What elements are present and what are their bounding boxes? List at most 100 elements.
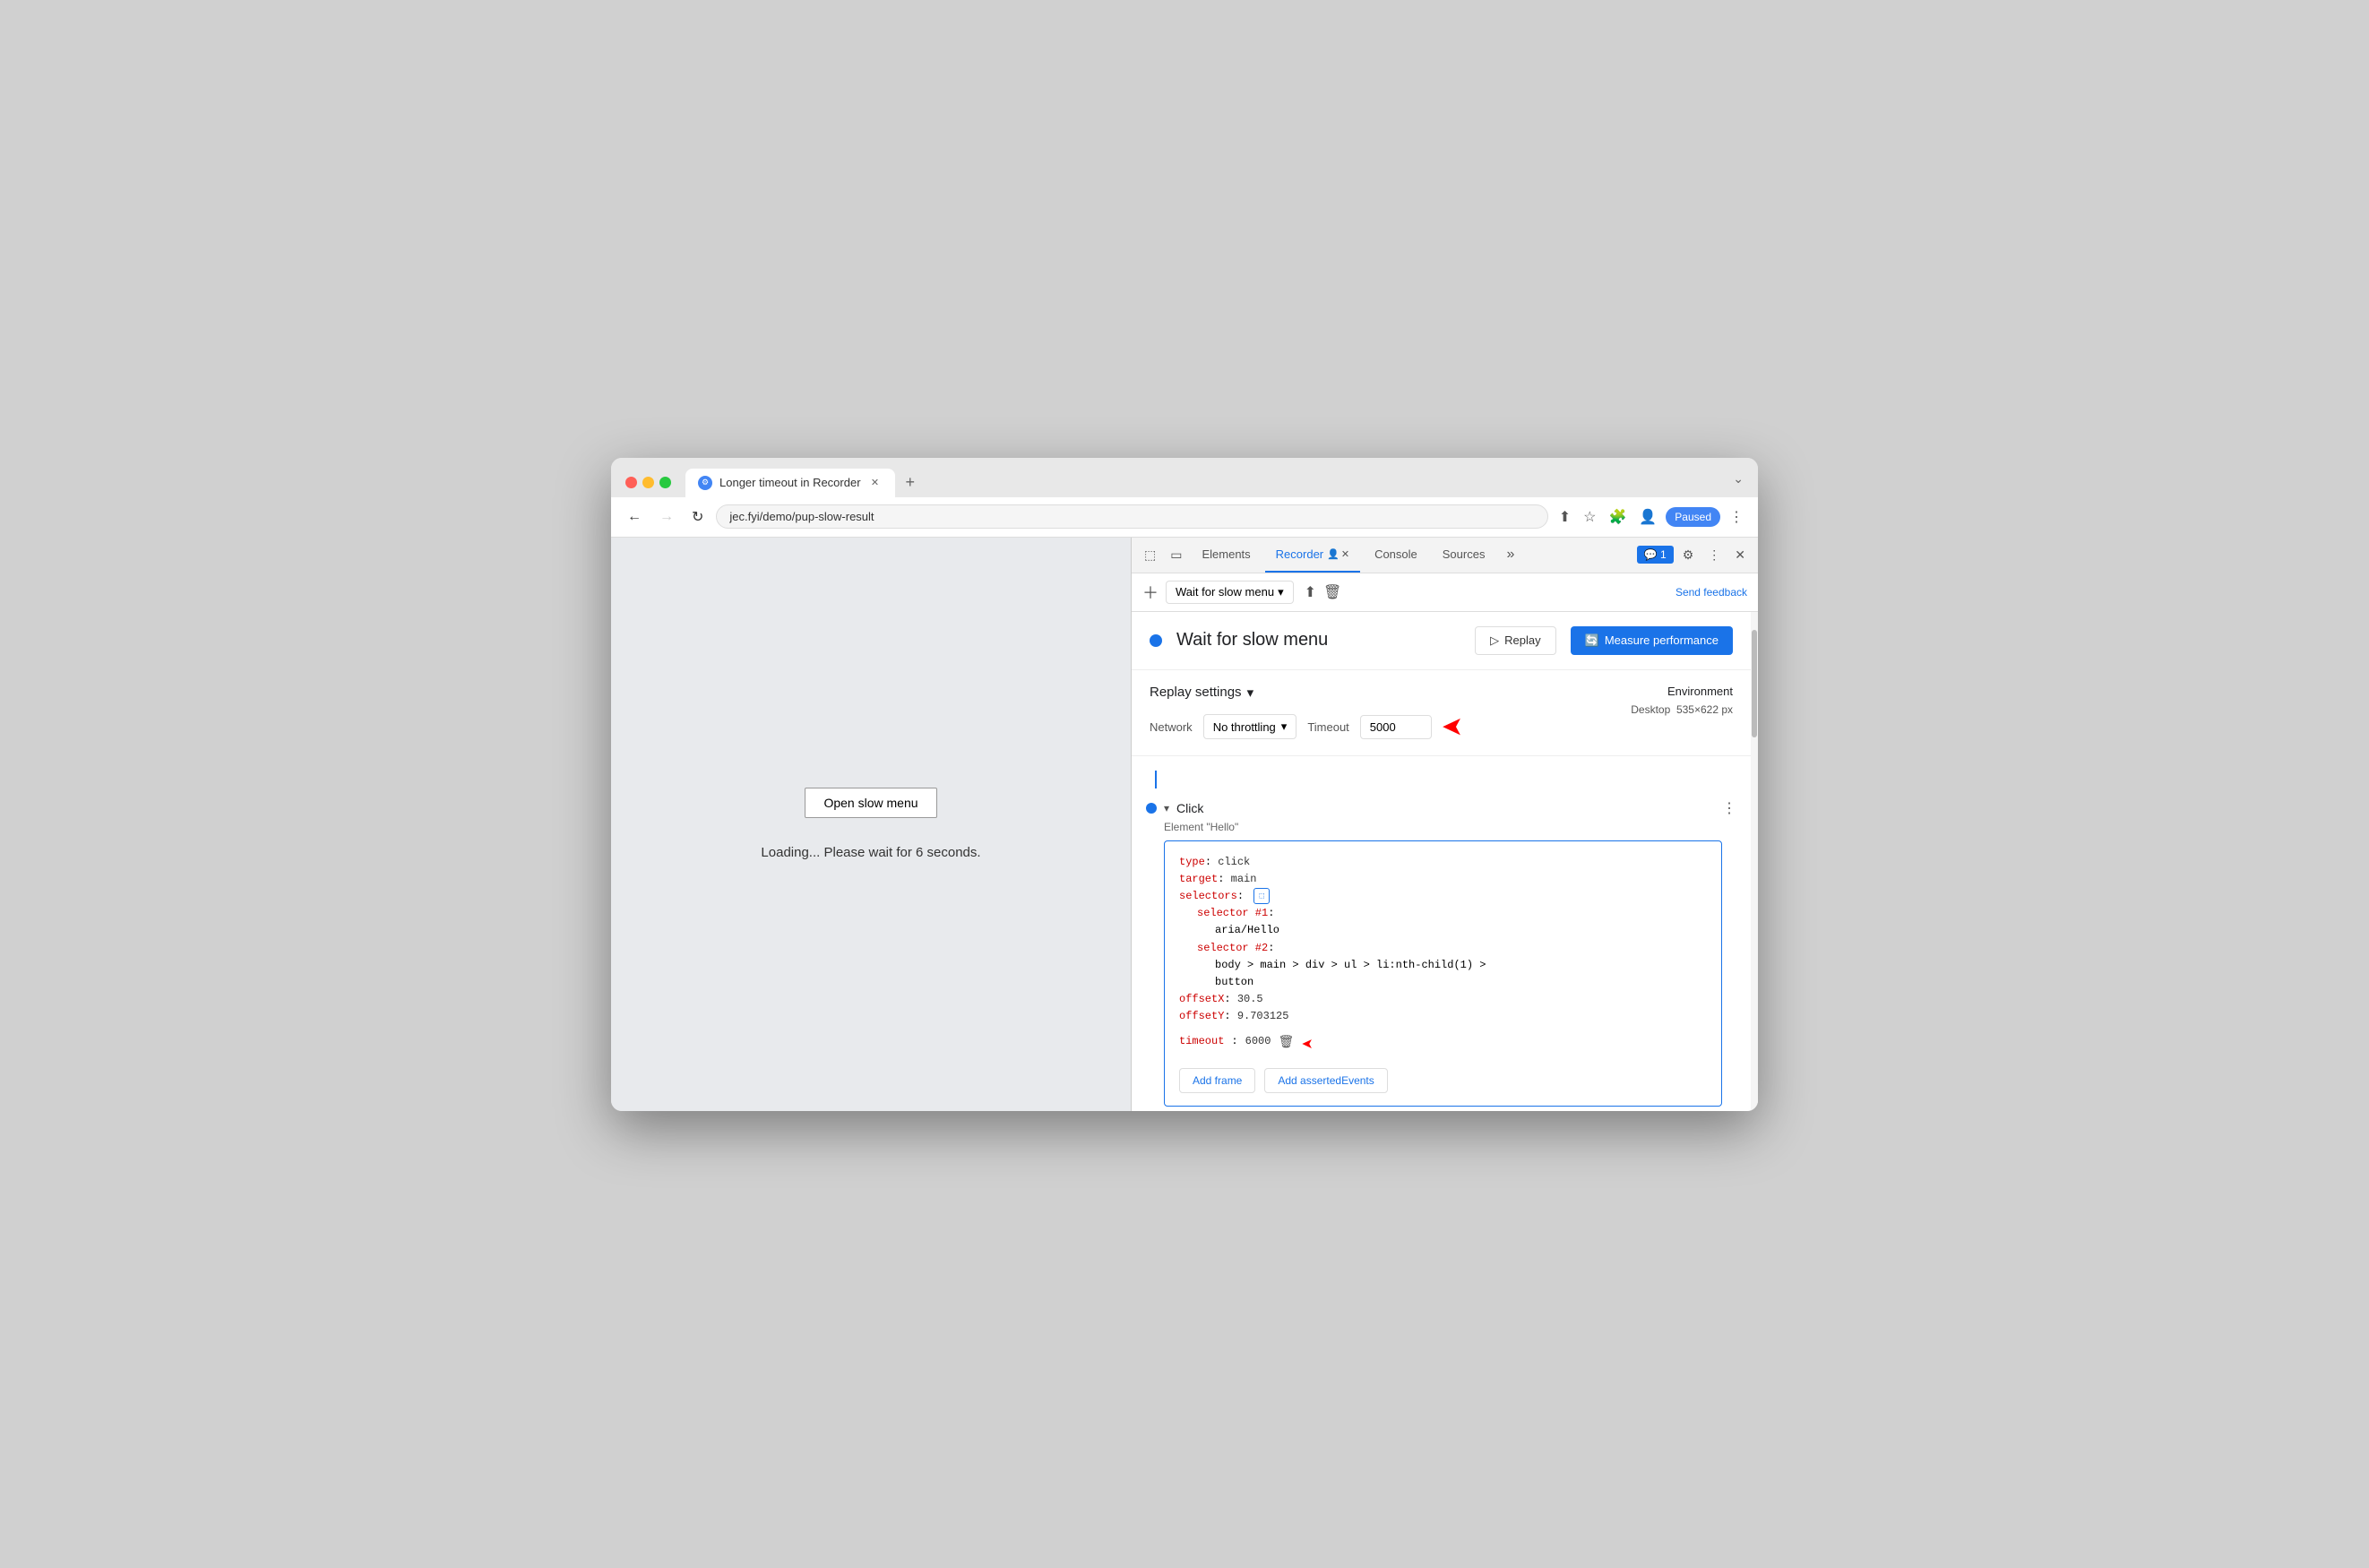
replay-settings-label: Replay settings [1150, 685, 1242, 700]
code-line-offsety: offsetY: 9.703125 [1179, 1008, 1707, 1025]
share-icon[interactable]: ⬆ [1555, 504, 1574, 530]
code-val-type: click [1218, 856, 1250, 868]
loading-text: Loading... Please wait for 6 seconds. [761, 845, 980, 860]
export-icon[interactable]: ⬆ [1305, 583, 1316, 601]
replay-settings-left: Replay settings ▾ Network No throttling … [1150, 685, 1462, 741]
devtools-main-area: Wait for slow menu ▷ Replay 🔄 Measure pe… [1132, 612, 1751, 1111]
open-slow-menu-button[interactable]: Open slow menu [805, 788, 936, 818]
traffic-lights [625, 477, 671, 488]
tab-elements[interactable]: Elements [1191, 537, 1261, 573]
tab-favicon: ⚙ [698, 476, 712, 490]
code-val-target: main [1231, 873, 1257, 885]
replay-button[interactable]: ▷ Replay [1475, 626, 1555, 655]
code-key-selector2: selector #2 [1197, 942, 1268, 954]
code-val-selector2a: body > main > div > ul > li:nth-child(1)… [1215, 957, 1707, 974]
step-action-buttons: Add frame Add assertedEvents [1179, 1068, 1707, 1093]
main-content: Open slow menu Loading... Please wait fo… [611, 538, 1758, 1111]
code-val-timeout: 6000 [1245, 1033, 1271, 1050]
devtools-scrollbar[interactable] [1751, 612, 1758, 1111]
tab-close-btn[interactable]: ✕ [868, 476, 883, 490]
feedback-badge[interactable]: 💬 1 [1637, 546, 1674, 564]
nav-bar: ← → ↻ jec.fyi/demo/pup-slow-result ⬆ ☆ 🧩… [611, 497, 1758, 538]
more-tabs-button[interactable]: » [1499, 543, 1521, 566]
add-frame-button[interactable]: Add frame [1179, 1068, 1255, 1093]
tab-recorder[interactable]: Recorder 👤 ✕ [1265, 537, 1360, 573]
devtools-more-icon[interactable]: ⋮ [1702, 544, 1726, 566]
step-description: Element "Hello" [1164, 821, 1736, 833]
gauge-icon: 🔄 [1585, 633, 1599, 648]
red-arrow-timeout2: ➤ [1301, 1026, 1313, 1057]
reload-button[interactable]: ↻ [686, 504, 709, 530]
code-val-offsetx: 30.5 [1237, 993, 1263, 1005]
browser-tab-active[interactable]: ⚙ Longer timeout in Recorder ✕ [685, 469, 895, 497]
window-controls-right: ⌄ [1733, 471, 1744, 494]
settings-expand-icon: ▾ [1247, 685, 1254, 701]
forward-button[interactable]: → [654, 505, 679, 529]
minimize-traffic-light[interactable] [642, 477, 654, 488]
settings-row: Network No throttling ▾ Timeout ➤ [1150, 713, 1462, 741]
code-line-type: type: click [1179, 854, 1707, 871]
code-line-timeout: timeout: 6000 🗑 ➤ [1179, 1026, 1707, 1057]
step-expand-icon[interactable]: ▾ [1164, 802, 1169, 814]
timeout-delete-button[interactable]: 🗑 [1278, 1034, 1294, 1049]
connector-line [1155, 771, 1157, 788]
send-feedback-link[interactable]: Send feedback [1676, 586, 1747, 599]
tab-console[interactable]: Console [1364, 537, 1428, 573]
steps-area: ▾ Click ⋮ Element "Hello" type: click [1132, 756, 1751, 1111]
inspect-element-icon[interactable]: ⬚ [1139, 544, 1161, 566]
add-recording-button[interactable]: ＋ [1142, 581, 1159, 604]
step-connector [1132, 771, 1751, 788]
url-text: jec.fyi/demo/pup-slow-result [729, 510, 874, 523]
code-key-offsetx: offsetX [1179, 993, 1224, 1005]
step-content: ▾ Click ⋮ Element "Hello" type: click [1164, 799, 1736, 1107]
environment-desc: Desktop 535×622 px [1631, 703, 1733, 716]
recording-header: Wait for slow menu ▷ Replay 🔄 Measure pe… [1132, 612, 1751, 670]
close-traffic-light[interactable] [625, 477, 637, 488]
devtools-close-icon[interactable]: ✕ [1729, 544, 1751, 566]
title-bar: ⚙ Longer timeout in Recorder ✕ + ⌄ [611, 458, 1758, 497]
code-key-timeout: timeout [1179, 1033, 1224, 1050]
extensions-icon[interactable]: 🧩 [1605, 504, 1630, 530]
delete-recording-icon[interactable]: 🗑 [1323, 583, 1341, 601]
step-header: ▾ Click ⋮ [1164, 799, 1736, 817]
code-val-selector1: aria/Hello [1215, 922, 1707, 939]
timeout-input[interactable] [1360, 715, 1432, 739]
device-mode-icon[interactable]: ▭ [1165, 544, 1187, 566]
devtools-panel: ⬚ ▭ Elements Recorder 👤 ✕ Console Source… [1131, 538, 1758, 1111]
new-tab-button[interactable]: + [899, 470, 923, 495]
devtools-toolbar: ⬚ ▭ Elements Recorder 👤 ✕ Console Source… [1132, 538, 1758, 573]
bookmark-icon[interactable]: ☆ [1580, 504, 1599, 530]
network-value: No throttling [1213, 720, 1276, 734]
code-block: type: click target: main selectors: ⬚ [1164, 840, 1722, 1107]
replay-settings-section: Replay settings ▾ Network No throttling … [1132, 670, 1751, 756]
recorder-tab-close[interactable]: ✕ [1341, 548, 1349, 560]
tab-sources[interactable]: Sources [1432, 537, 1496, 573]
step-item-click: ▾ Click ⋮ Element "Hello" type: click [1132, 792, 1751, 1111]
recorder-action-buttons: ⬆ 🗑 [1305, 583, 1342, 601]
settings-icon[interactable]: ⚙ [1677, 544, 1700, 566]
code-key-selector1: selector #1 [1197, 907, 1268, 919]
recorder-toolbar: ＋ Wait for slow menu ▾ ⬆ 🗑 Send feedback [1132, 573, 1758, 612]
more-options-icon[interactable]: ⋮ [1726, 504, 1747, 530]
page-area: Open slow menu Loading... Please wait fo… [611, 538, 1131, 1111]
account-icon[interactable]: 👤 [1635, 504, 1660, 530]
code-val-offsety: 9.703125 [1237, 1010, 1289, 1022]
timeout-label: Timeout [1307, 720, 1348, 734]
scrollbar-thumb[interactable] [1752, 630, 1757, 737]
window-collapse-button[interactable]: ⌄ [1733, 471, 1744, 487]
maximize-traffic-light[interactable] [659, 477, 671, 488]
step-more-options-button[interactable]: ⋮ [1722, 799, 1736, 817]
selector-badge-icon: ⬚ [1253, 888, 1270, 904]
replay-settings-title[interactable]: Replay settings ▾ [1150, 685, 1462, 701]
measure-performance-button[interactable]: 🔄 Measure performance [1571, 626, 1733, 655]
recording-name: Wait for slow menu [1176, 585, 1274, 599]
recording-selector[interactable]: Wait for slow menu ▾ [1166, 581, 1294, 604]
back-button[interactable]: ← [622, 505, 647, 529]
network-dropdown-icon: ▾ [1281, 719, 1288, 734]
network-throttling-select[interactable]: No throttling ▾ [1203, 714, 1297, 739]
add-asserted-events-button[interactable]: Add assertedEvents [1264, 1068, 1387, 1093]
profile-button[interactable]: Paused [1666, 507, 1720, 527]
address-bar[interactable]: jec.fyi/demo/pup-slow-result [716, 504, 1547, 529]
browser-window: ⚙ Longer timeout in Recorder ✕ + ⌄ ← → ↻… [611, 458, 1758, 1111]
dropdown-chevron-icon: ▾ [1278, 585, 1284, 599]
